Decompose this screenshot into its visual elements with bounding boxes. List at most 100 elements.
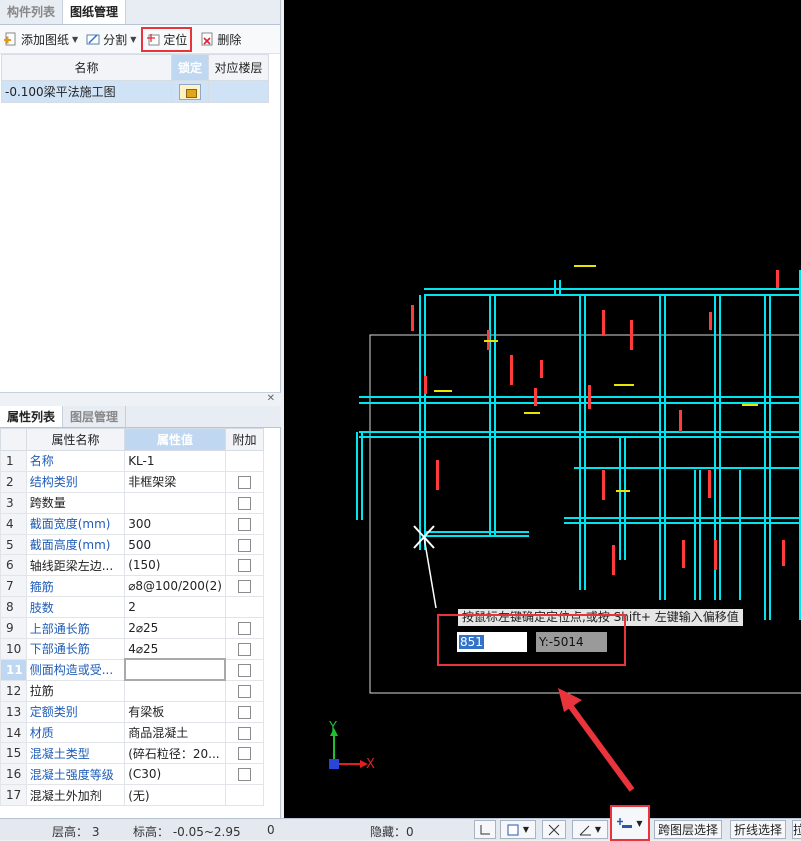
property-value[interactable]: 有梁板 xyxy=(124,700,226,723)
col-name[interactable]: 名称 xyxy=(1,54,172,81)
property-value[interactable]: 非框架梁 xyxy=(124,470,226,493)
table-row[interactable]: 9 上部通长筋 2⌀25 xyxy=(0,617,265,640)
angle-button[interactable]: ▼ xyxy=(572,820,608,839)
extra-button[interactable]: 拉 xyxy=(792,820,801,839)
checkbox[interactable] xyxy=(237,747,251,761)
property-value[interactable]: 300 xyxy=(124,512,226,535)
property-value[interactable]: (碎石粒径：20... xyxy=(124,742,226,765)
property-value[interactable]: 商品混凝土 xyxy=(124,721,226,744)
property-value[interactable] xyxy=(124,679,226,702)
property-name[interactable]: 材质 xyxy=(25,721,126,744)
tab-component-list[interactable]: 构件列表 xyxy=(0,0,64,24)
table-row[interactable]: 17 混凝土外加剂 (无) xyxy=(0,784,265,807)
lock-cell[interactable] xyxy=(171,80,209,103)
property-name[interactable]: 截面宽度(mm) xyxy=(25,512,126,535)
property-name[interactable]: 侧面构造或受... xyxy=(25,658,126,681)
coordinate-input-button[interactable]: ▼ xyxy=(610,805,650,841)
property-name[interactable]: 下部通长筋 xyxy=(25,638,126,660)
extra-cell[interactable] xyxy=(224,763,265,786)
property-name[interactable]: 定额类别 xyxy=(25,700,126,723)
panel-splitter[interactable]: ✕ xyxy=(0,392,281,406)
extra-cell[interactable] xyxy=(224,470,265,493)
locate-button[interactable]: 定位 xyxy=(141,26,193,52)
table-row[interactable]: 6 轴线距梁左边... (150) xyxy=(0,554,265,577)
tab-layers[interactable]: 图层管理 xyxy=(63,406,127,427)
checkbox[interactable] xyxy=(237,768,251,782)
table-row[interactable]: 7 箍筋 ⌀8@100/200(2) xyxy=(0,575,265,598)
table-row[interactable]: 3 跨数量 xyxy=(0,491,265,514)
property-name[interactable]: 跨数量 xyxy=(25,491,126,514)
property-name[interactable]: 截面高度(mm) xyxy=(25,533,126,556)
extra-cell[interactable] xyxy=(224,742,265,765)
table-row[interactable]: 1 名称 KL-1 xyxy=(0,450,265,472)
checkbox[interactable] xyxy=(237,726,251,740)
checkbox[interactable] xyxy=(237,580,251,594)
delete-button[interactable]: 删除 xyxy=(200,31,241,48)
property-name[interactable]: 拉筋 xyxy=(25,679,126,702)
property-value[interactable]: (150) xyxy=(124,554,226,577)
checkbox[interactable] xyxy=(237,559,251,573)
floor-cell[interactable] xyxy=(208,80,269,103)
property-value[interactable] xyxy=(124,491,226,514)
checkbox[interactable] xyxy=(237,475,251,489)
checkbox[interactable] xyxy=(238,663,252,677)
snap-box-button[interactable]: ▼ xyxy=(500,820,536,839)
property-name[interactable]: 肢数 xyxy=(25,596,126,619)
split-button[interactable]: 分割 ▼ xyxy=(86,31,136,48)
property-name[interactable]: 混凝土类型 xyxy=(25,742,126,765)
property-name[interactable]: 轴线距梁左边... xyxy=(25,554,126,577)
property-value[interactable]: 2⌀25 xyxy=(124,617,226,640)
ortho-button[interactable] xyxy=(474,820,496,839)
checkbox[interactable] xyxy=(237,684,251,698)
property-name[interactable]: 混凝土外加剂 xyxy=(25,784,126,807)
extra-cell[interactable] xyxy=(224,512,265,535)
extra-cell[interactable] xyxy=(224,721,265,744)
extra-cell[interactable] xyxy=(224,491,265,514)
property-value[interactable]: (C30) xyxy=(124,763,226,786)
table-row[interactable]: 15 混凝土类型 (碎石粒径：20... xyxy=(0,742,265,765)
table-row[interactable]: 10 下部通长筋 4⌀25 xyxy=(0,638,265,660)
checkbox[interactable] xyxy=(237,642,251,656)
table-row[interactable]: 2 结构类别 非框架梁 xyxy=(0,470,265,493)
property-value[interactable]: ⌀8@100/200(2) xyxy=(124,575,226,598)
property-value[interactable]: 500 xyxy=(124,533,226,556)
extra-cell[interactable] xyxy=(224,638,265,660)
property-name[interactable]: 名称 xyxy=(25,450,126,472)
polyline-select-button[interactable]: 折线选择 xyxy=(730,820,786,839)
extra-cell[interactable] xyxy=(224,658,265,681)
cross-layer-select-button[interactable]: 跨图层选择 xyxy=(654,820,722,839)
lock-icon[interactable] xyxy=(179,83,201,100)
table-row[interactable]: -0.100梁平法施工图 xyxy=(1,80,269,103)
cross-snap-button[interactable] xyxy=(542,820,566,839)
table-row[interactable]: 13 定额类别 有梁板 xyxy=(0,700,265,723)
checkbox[interactable] xyxy=(237,705,251,719)
extra-cell[interactable] xyxy=(224,575,265,598)
table-row[interactable]: 16 混凝土强度等级 (C30) xyxy=(0,763,265,786)
property-value[interactable]: 2 xyxy=(124,596,226,619)
extra-cell[interactable] xyxy=(224,617,265,640)
property-value[interactable]: (无) xyxy=(124,784,226,807)
property-value[interactable]: KL-1 xyxy=(124,450,226,472)
table-row[interactable]: 12 拉筋 xyxy=(0,679,265,702)
col-lock[interactable]: 锁定 xyxy=(171,54,209,81)
tab-properties[interactable]: 属性列表 xyxy=(0,406,64,427)
table-row[interactable]: 11 侧面构造或受... xyxy=(0,658,265,682)
checkbox[interactable] xyxy=(237,517,251,531)
property-value[interactable] xyxy=(123,658,227,682)
property-name[interactable]: 上部通长筋 xyxy=(25,617,126,640)
table-row[interactable]: 5 截面高度(mm) 500 xyxy=(0,533,265,556)
checkbox[interactable] xyxy=(237,538,251,552)
table-row[interactable]: 4 截面宽度(mm) 300 xyxy=(0,512,265,535)
table-row[interactable]: 14 材质 商品混凝土 xyxy=(0,721,265,744)
drawing-name[interactable]: -0.100梁平法施工图 xyxy=(1,80,172,103)
extra-cell[interactable] xyxy=(224,554,265,577)
extra-cell[interactable] xyxy=(224,679,265,702)
col-floor[interactable]: 对应楼层 xyxy=(208,54,269,81)
table-row[interactable]: 8 肢数 2 xyxy=(0,596,265,619)
checkbox[interactable] xyxy=(237,496,251,510)
property-name[interactable]: 结构类别 xyxy=(25,470,126,493)
add-drawing-button[interactable]: 添加图纸 ▼ xyxy=(4,31,78,48)
drawing-canvas[interactable] xyxy=(284,0,801,818)
extra-cell[interactable] xyxy=(224,700,265,723)
extra-cell[interactable] xyxy=(224,533,265,556)
